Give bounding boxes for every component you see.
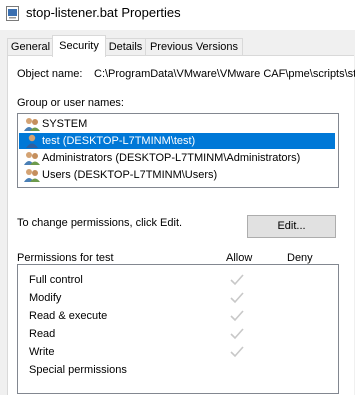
permission-row-read: Read [29, 325, 329, 343]
allow-check-icon [230, 346, 244, 358]
user-name: Users (DESKTOP-L7TMINM\Users) [42, 169, 218, 181]
allow-check-icon [230, 292, 244, 304]
edit-button[interactable]: Edit... [247, 215, 336, 238]
title-bar: stop-listener.bat Properties [0, 0, 355, 30]
tab-details[interactable]: Details [104, 38, 147, 56]
allow-check-icon [230, 274, 244, 286]
group-users-icon [24, 169, 40, 182]
user-name: Administrators (DESKTOP-L7TMINM\Administ… [42, 152, 301, 164]
allow-check-icon [230, 328, 244, 340]
permission-row-special: Special permissions [29, 361, 329, 379]
permission-name: Read [29, 328, 56, 340]
users-listbox[interactable]: SYSTEM test (DESKTOP-L7TMINM\test) Admin… [17, 113, 339, 188]
permission-row-modify: Modify [29, 289, 329, 307]
permission-row-read-execute: Read & execute [29, 307, 329, 325]
user-list-item-test[interactable]: test (DESKTOP-L7TMINM\test) [19, 133, 335, 149]
user-name: test (DESKTOP-L7TMINM\test) [42, 135, 196, 147]
group-users-icon [24, 118, 40, 131]
permission-row-full-control: Full control [29, 271, 329, 289]
batch-file-icon [6, 6, 19, 21]
allow-check-icon [230, 310, 244, 322]
user-name: SYSTEM [42, 118, 88, 130]
permission-name: Read & execute [29, 310, 108, 322]
user-icon [26, 134, 38, 148]
permission-name: Full control [29, 274, 83, 286]
permission-name: Special permissions [29, 364, 127, 376]
permission-name: Modify [29, 292, 62, 304]
change-permissions-text: To change permissions, click Edit. [17, 217, 183, 229]
object-name-label: Object name: [17, 68, 83, 80]
tab-previous-versions[interactable]: Previous Versions [145, 38, 243, 56]
tab-general[interactable]: General [7, 38, 54, 56]
user-list-item-administrators[interactable]: Administrators (DESKTOP-L7TMINM\Administ… [19, 150, 335, 166]
tab-security[interactable]: Security [52, 35, 106, 57]
user-list-item-users[interactable]: Users (DESKTOP-L7TMINM\Users) [19, 167, 335, 183]
deny-header: Deny [287, 252, 313, 264]
object-name-value: C:\ProgramData\VMware\VMware CAF\pme\scr… [94, 68, 355, 80]
group-users-icon [24, 152, 40, 165]
permission-row-write: Write [29, 343, 329, 361]
object-name-value-clip: C:\ProgramData\VMware\VMware CAF\pme\scr… [94, 68, 355, 80]
user-list-item-system[interactable]: SYSTEM [19, 116, 335, 132]
allow-header: Allow [226, 252, 253, 264]
permission-name: Write [29, 346, 55, 358]
permissions-list[interactable]: Full control Modify Read & execute Read … [17, 264, 339, 394]
window-title: stop-listener.bat Properties [26, 5, 181, 20]
group-users-label: Group or user names: [17, 97, 124, 109]
permissions-for-label: Permissions for test [17, 252, 114, 264]
